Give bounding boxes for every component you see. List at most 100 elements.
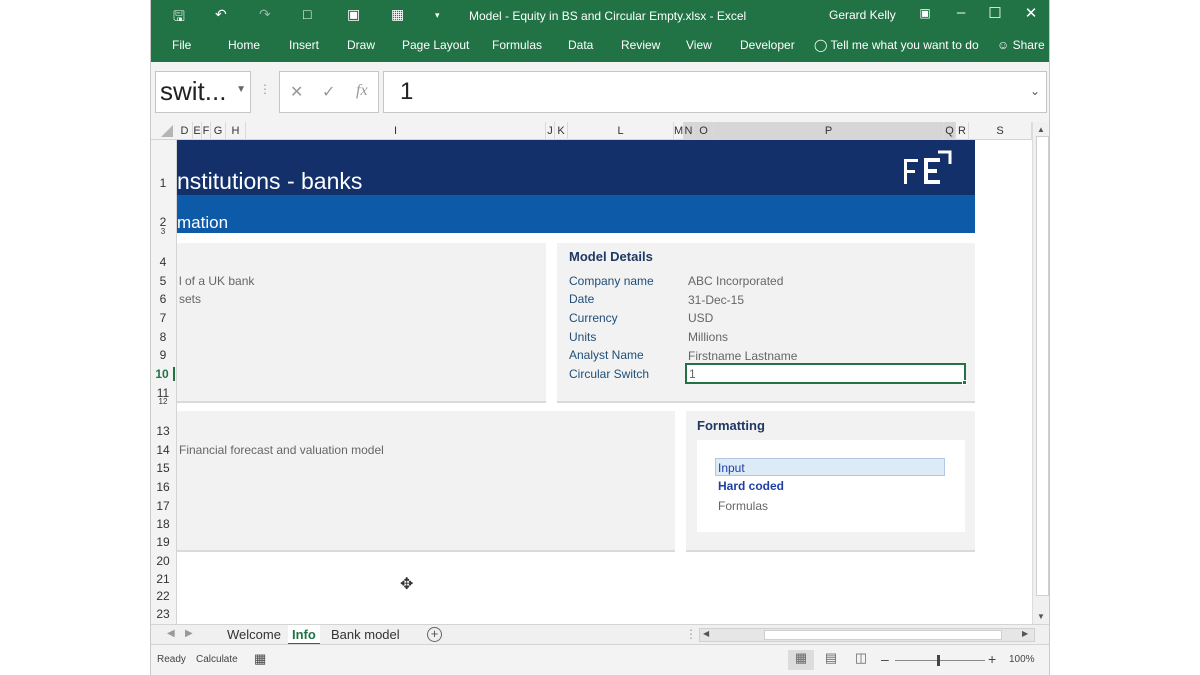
- tab-developer[interactable]: Developer: [740, 38, 795, 52]
- row-header[interactable]: 17: [151, 499, 175, 513]
- sheet-tab-welcome[interactable]: Welcome: [227, 625, 281, 645]
- scroll-left-icon[interactable]: ◀: [703, 629, 709, 638]
- row-header[interactable]: 18: [151, 517, 175, 531]
- tab-formulas[interactable]: Formulas: [492, 38, 542, 52]
- worksheet-grid[interactable]: nstitutions - banks mation l of a UK ban…: [177, 140, 1032, 624]
- row-header[interactable]: 8: [151, 330, 175, 344]
- column-header-o[interactable]: O: [694, 122, 714, 140]
- row-header[interactable]: 4: [151, 255, 175, 269]
- horizontal-scroll-thumb[interactable]: [764, 630, 1002, 640]
- chevron-down-icon[interactable]: ▼: [236, 84, 246, 95]
- customize-qat-icon[interactable]: ▾: [435, 10, 440, 28]
- row-header[interactable]: 23: [151, 607, 175, 621]
- zoom-out-icon[interactable]: –: [881, 651, 889, 667]
- redo-icon[interactable]: ↷: [259, 6, 271, 24]
- tell-me-box[interactable]: ◯ Tell me what you want to do: [814, 38, 979, 52]
- vertical-scrollbar[interactable]: ▲ ▼: [1032, 122, 1049, 624]
- tab-scroll-left-icon[interactable]: ◀: [167, 628, 175, 639]
- tab-view[interactable]: View: [686, 38, 712, 52]
- splitter-icon[interactable]: ⋮: [685, 627, 697, 641]
- zoom-level[interactable]: 100%: [1009, 654, 1035, 665]
- circular-switch-cell[interactable]: 1: [685, 363, 967, 385]
- row-header[interactable]: 20: [151, 554, 175, 568]
- sheet-tab-info[interactable]: Info: [288, 625, 320, 645]
- column-header-i[interactable]: I: [246, 122, 546, 140]
- column-header-p[interactable]: P: [714, 122, 944, 140]
- tab-home[interactable]: Home: [228, 38, 260, 52]
- row-header[interactable]: 3: [151, 227, 175, 236]
- row-header-selected[interactable]: 10: [151, 367, 175, 381]
- row-header[interactable]: 5: [151, 274, 175, 288]
- name-box[interactable]: swit... ▼: [155, 71, 251, 113]
- row-header[interactable]: 1: [151, 176, 175, 190]
- formula-input[interactable]: 1 ⌄: [383, 71, 1047, 113]
- camera-icon[interactable]: ▣: [347, 6, 360, 24]
- column-header-f[interactable]: F: [202, 122, 211, 140]
- row-header[interactable]: 19: [151, 535, 175, 549]
- insert-function-button[interactable]: fx: [356, 82, 368, 100]
- page-break-view-icon[interactable]: ◫: [848, 650, 874, 670]
- column-header-r[interactable]: R: [956, 122, 969, 140]
- expand-formula-bar-icon[interactable]: ⌄: [1030, 84, 1040, 98]
- vertical-scroll-thumb[interactable]: [1036, 136, 1049, 596]
- user-name[interactable]: Gerard Kelly: [829, 8, 896, 22]
- row-header[interactable]: 14: [151, 443, 175, 457]
- column-header-m[interactable]: M: [674, 122, 684, 140]
- close-icon[interactable]: ✕: [1019, 4, 1043, 22]
- row-header[interactable]: 15: [151, 461, 175, 475]
- zoom-slider-thumb[interactable]: [937, 655, 940, 666]
- sheet-tab-bank-model[interactable]: Bank model: [331, 625, 400, 645]
- enter-button[interactable]: ✓: [322, 82, 335, 102]
- column-header-k[interactable]: K: [555, 122, 568, 140]
- share-button[interactable]: ☺ Share: [997, 38, 1045, 52]
- column-header-j[interactable]: J: [546, 122, 555, 140]
- touch-mode-icon[interactable]: □: [303, 6, 311, 24]
- minimize-icon[interactable]: –: [949, 4, 973, 21]
- row-header[interactable]: 22: [151, 589, 175, 603]
- column-header-n[interactable]: N: [684, 122, 694, 140]
- row-header[interactable]: 21: [151, 572, 175, 586]
- value-units[interactable]: Millions: [688, 330, 728, 344]
- row-header[interactable]: 12: [151, 397, 175, 406]
- row-header[interactable]: 13: [151, 424, 175, 438]
- value-analyst-name[interactable]: Firstname Lastname: [688, 349, 797, 363]
- status-calculate[interactable]: Calculate: [196, 654, 238, 665]
- zoom-slider[interactable]: [895, 660, 985, 661]
- zoom-in-icon[interactable]: +: [988, 651, 996, 667]
- row-header[interactable]: 7: [151, 311, 175, 325]
- drag-handle-icon[interactable]: ⋮: [259, 82, 271, 96]
- horizontal-scrollbar[interactable]: ◀ ▶: [699, 628, 1035, 642]
- column-header-g[interactable]: G: [211, 122, 226, 140]
- tab-insert[interactable]: Insert: [289, 38, 319, 52]
- column-header-h[interactable]: H: [226, 122, 246, 140]
- tab-file[interactable]: File: [172, 38, 191, 52]
- row-header[interactable]: 16: [151, 480, 175, 494]
- macro-record-icon[interactable]: ▦: [254, 651, 266, 667]
- tab-page-layout[interactable]: Page Layout: [402, 38, 469, 52]
- value-currency[interactable]: USD: [688, 311, 713, 325]
- column-header-l[interactable]: L: [568, 122, 674, 140]
- page-layout-view-icon[interactable]: ▤: [818, 650, 844, 670]
- save-icon[interactable]: 🖫: [173, 6, 185, 24]
- fill-handle[interactable]: [962, 380, 967, 385]
- column-header-e[interactable]: E: [193, 122, 202, 140]
- tab-review[interactable]: Review: [621, 38, 660, 52]
- tab-draw[interactable]: Draw: [347, 38, 375, 52]
- select-all-corner[interactable]: [161, 125, 173, 137]
- value-company-name[interactable]: ABC Incorporated: [688, 274, 783, 288]
- scroll-right-icon[interactable]: ▶: [1022, 629, 1028, 638]
- row-header[interactable]: 6: [151, 292, 175, 306]
- add-sheet-button[interactable]: +: [427, 627, 442, 642]
- normal-view-icon[interactable]: ▦: [788, 650, 814, 670]
- value-date[interactable]: 31-Dec-15: [688, 293, 744, 307]
- tab-scroll-right-icon[interactable]: ▶: [185, 628, 193, 639]
- cancel-button[interactable]: ✕: [290, 82, 303, 102]
- tab-data[interactable]: Data: [568, 38, 593, 52]
- calculator-icon[interactable]: ▦: [391, 6, 404, 24]
- undo-icon[interactable]: ↶: [215, 6, 227, 24]
- column-header-q[interactable]: Q: [944, 122, 956, 140]
- scroll-down-icon[interactable]: ▼: [1037, 612, 1045, 621]
- column-header-s[interactable]: S: [969, 122, 1032, 140]
- row-header[interactable]: 9: [151, 348, 175, 362]
- maximize-icon[interactable]: ☐: [983, 4, 1007, 22]
